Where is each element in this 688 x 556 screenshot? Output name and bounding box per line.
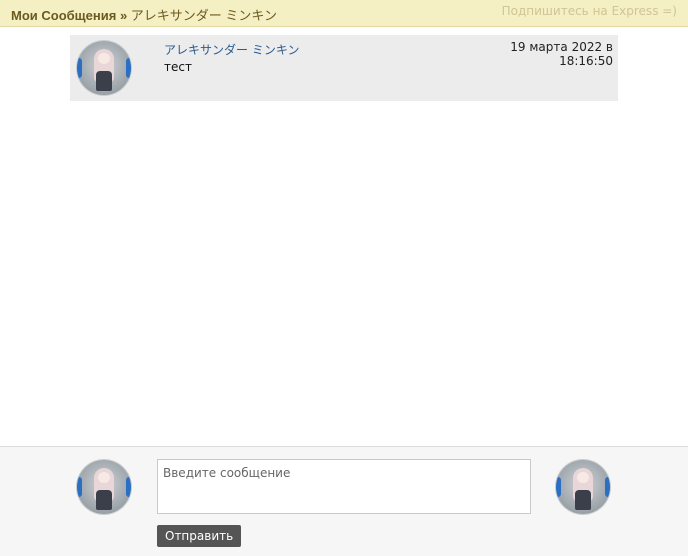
message-author-link[interactable]: アレキサンダー ミンキン bbox=[164, 41, 299, 58]
message-date: 19 марта 2022 в bbox=[510, 40, 613, 54]
avatar-figure-body bbox=[575, 490, 591, 510]
breadcrumb: Мои Сообщения » アレキサンダー ミンキン bbox=[11, 5, 277, 24]
composer-area: Отправить bbox=[0, 446, 688, 556]
breadcrumb-contact-name: アレキサンダー ミンキン bbox=[130, 8, 278, 23]
recipient-avatar[interactable] bbox=[556, 460, 610, 514]
subscribe-link[interactable]: Подпишитесь на Express =) bbox=[502, 4, 677, 18]
headphone-right-icon bbox=[605, 477, 610, 497]
headphone-right-icon bbox=[126, 58, 131, 78]
headphone-right-icon bbox=[126, 477, 131, 497]
message-text: тест bbox=[164, 60, 192, 74]
message-item: アレキサンダー ミンキン тест 19 марта 2022 в 18:16:… bbox=[70, 35, 618, 101]
message-timestamp: 19 марта 2022 в 18:16:50 bbox=[510, 40, 613, 68]
avatar-figure-face bbox=[577, 472, 589, 483]
sender-avatar[interactable] bbox=[77, 41, 131, 95]
headphone-left-icon bbox=[77, 477, 82, 497]
my-avatar[interactable] bbox=[77, 460, 131, 514]
avatar-figure-body bbox=[96, 490, 112, 510]
avatar-figure-face bbox=[98, 53, 110, 64]
avatar-figure-face bbox=[98, 472, 110, 483]
message-input[interactable] bbox=[157, 459, 531, 514]
headphone-left-icon bbox=[556, 477, 561, 497]
send-button[interactable]: Отправить bbox=[157, 525, 242, 547]
headphone-left-icon bbox=[77, 58, 82, 78]
breadcrumb-my-messages-link[interactable]: Мои Сообщения bbox=[11, 8, 116, 23]
avatar-figure-body bbox=[96, 71, 112, 91]
header-bar: Мои Сообщения » アレキサンダー ミンキン Подпишитесь… bbox=[0, 0, 688, 27]
message-time: 18:16:50 bbox=[559, 54, 613, 68]
breadcrumb-separator: » bbox=[119, 8, 128, 23]
